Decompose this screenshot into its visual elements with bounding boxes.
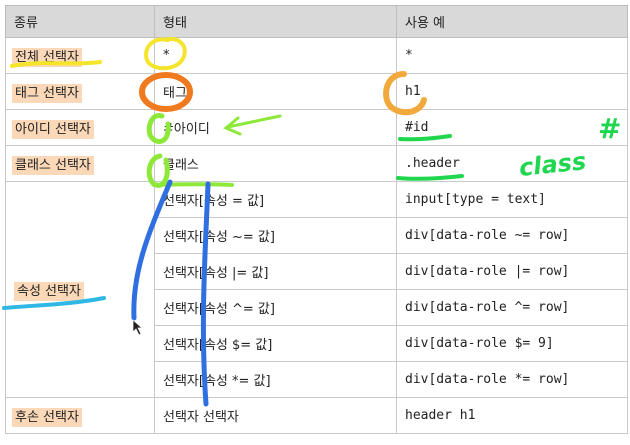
kind-cell: 클래스 선택자: [5, 145, 155, 182]
example-cell: div[data-role ~= row]: [396, 217, 628, 254]
example-cell: div[data-role |= row]: [396, 253, 628, 290]
form-cell: #아이디: [154, 109, 397, 146]
kind-label: 후손 선택자: [12, 408, 82, 427]
kind-label: 태그 선택자: [12, 84, 82, 103]
example-cell: header h1: [396, 397, 628, 434]
kind-label: 아이디 선택자: [12, 120, 94, 139]
table-header-row: 종류 형태 사용 예: [5, 5, 628, 38]
kind-label: 클래스 선택자: [12, 156, 94, 175]
table-row: 태그 선택자 태그 h1: [5, 73, 628, 110]
form-cell: 선택자 선택자: [154, 397, 397, 434]
example-cell: h1: [396, 73, 628, 110]
column-header-example: 사용 예: [396, 5, 628, 38]
column-header-form: 형태: [154, 5, 397, 38]
kind-cell: 태그 선택자: [5, 73, 155, 110]
form-cell: *: [154, 37, 397, 74]
form-cell: 선택자[속성 $= 값]: [154, 325, 397, 362]
table-row: 전체 선택자 * *: [5, 37, 628, 74]
kind-cell: 속성 선택자: [5, 181, 155, 398]
table-row: 아이디 선택자 #아이디 #id: [5, 109, 628, 146]
form-cell: 선택자[속성 ^= 값]: [154, 289, 397, 326]
table-row: 클래스 선택자 클래스 .header: [5, 145, 628, 182]
example-cell: div[data-role $= 9]: [396, 325, 628, 362]
table-row: 속성 선택자 선택자[속성 = 값] input[type = text]: [5, 181, 628, 398]
kind-cell: 아이디 선택자: [5, 109, 155, 146]
kind-label: 전체 선택자: [12, 48, 82, 67]
example-cell: #id: [396, 109, 628, 146]
form-cell: 태그: [154, 73, 397, 110]
kind-cell: 전체 선택자: [5, 37, 155, 74]
form-cell: 클래스: [154, 145, 397, 182]
form-cell: 선택자[속성 *= 값]: [154, 361, 397, 398]
table-row: 후손 선택자 선택자 선택자 header h1: [5, 397, 628, 434]
example-cell: div[data-role *= row]: [396, 361, 628, 398]
form-cell: 선택자[속성 ~= 값]: [154, 217, 397, 254]
column-header-kind: 종류: [5, 5, 155, 38]
example-cell: div[data-role ^= row]: [396, 289, 628, 326]
form-cell: 선택자[속성 |= 값]: [154, 253, 397, 290]
form-cell: 선택자[속성 = 값]: [154, 181, 397, 218]
kind-label: 속성 선택자: [14, 282, 84, 301]
example-cell: .header: [396, 145, 628, 182]
kind-cell: 후손 선택자: [5, 397, 155, 434]
example-cell: *: [396, 37, 628, 74]
selector-table: 종류 형태 사용 예 전체 선택자 * * 태그 선택자 태그 h1 아이디 선…: [5, 5, 628, 434]
example-cell: input[type = text]: [396, 181, 628, 218]
